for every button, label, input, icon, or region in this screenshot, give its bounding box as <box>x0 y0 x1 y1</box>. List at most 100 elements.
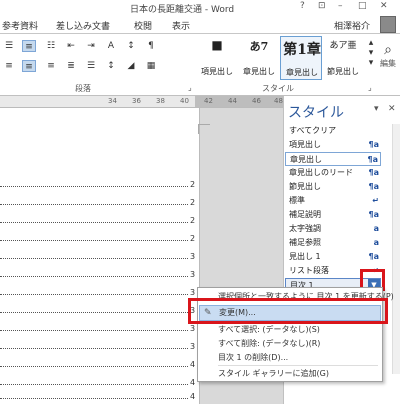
help-button[interactable]: ? <box>300 1 305 11</box>
tab-review[interactable]: 校閲 <box>134 19 152 32</box>
align-center-icon[interactable]: ≡ <box>22 60 36 72</box>
style-name: 見出し 1 <box>289 252 321 261</box>
toc-leader <box>0 204 188 205</box>
style-item[interactable]: 補足説明 ¶a <box>285 208 381 222</box>
gallery-item-label: 章見出し <box>286 68 318 77</box>
increase-indent-icon[interactable]: ⇥ <box>84 40 98 52</box>
style-name: 標準 <box>289 196 305 205</box>
text-direction-icon[interactable]: A <box>104 40 118 52</box>
gallery-item-3[interactable]: 第1章 章見出し <box>280 36 322 80</box>
close-button[interactable]: ✕ <box>380 1 388 11</box>
gallery-item-label: 章見出し <box>243 67 275 76</box>
style-name: リスト段落 <box>289 266 329 275</box>
menu-item-delete-style[interactable]: 目次 1 の削除(D)... <box>218 352 288 363</box>
ruler-number: 40 <box>180 97 189 105</box>
toc-page-number: 4 <box>190 360 196 369</box>
gallery-item-4[interactable]: あア亜 節見出し <box>322 36 364 80</box>
menu-separator <box>218 365 378 366</box>
gallery-item-label: 節見出し <box>327 67 359 76</box>
style-name: 項見出し <box>289 140 321 149</box>
gallery-item-1[interactable]: ■ 項見出し <box>196 36 238 80</box>
paragraph-group-label: 段落 <box>75 84 91 93</box>
sort-icon[interactable]: ↕ <box>124 40 138 52</box>
character-icon: a <box>373 238 379 247</box>
pane-close-icon[interactable]: ✕ <box>388 104 396 114</box>
gallery-item-2[interactable]: あ7 章見出し <box>238 36 280 80</box>
toc-page-number: 3 <box>190 270 196 279</box>
gallery-item-preview: あア亜 <box>329 41 357 51</box>
style-list-scrollbar[interactable] <box>392 124 400 374</box>
menu-item-clear-all[interactable]: すべて削除: (データなし)(R) <box>218 338 320 349</box>
ruler-number: 36 <box>132 97 141 105</box>
gallery-scroll-icon[interactable]: ▴ ▾ ▾ <box>364 38 378 74</box>
toc-page-number: 3 <box>190 288 196 297</box>
toc-leader <box>0 294 188 295</box>
style-item[interactable]: すべてクリア <box>285 124 381 138</box>
gallery-item-preview: ■ <box>211 38 223 52</box>
horizontal-ruler[interactable]: 34 36 38 40 42 44 46 48 <box>0 96 283 108</box>
paragraph-char-icon: ¶a <box>368 182 380 191</box>
toc-page-number: 3 <box>190 324 196 333</box>
style-item[interactable]: 見出し 1 ¶a <box>285 250 381 264</box>
ribbon: ☰ ≡ ☷ ⇤ ⇥ A ↕ ¶ ≡ ≡ ≡ ≣ ☰ ↕ ◢ ▦ ■ 項見出し あ… <box>0 34 400 96</box>
toc-page-number: 2 <box>190 198 196 207</box>
toc-leader <box>0 186 188 187</box>
toc-page-number: 3 <box>190 342 196 351</box>
toc-leader <box>0 258 188 259</box>
ruler-number: 44 <box>228 97 237 105</box>
style-name: 章見出しのリード <box>289 168 353 177</box>
gallery-item-preview: あ7 <box>249 40 269 53</box>
find-icon[interactable]: ⌕ <box>378 43 398 57</box>
bullets-icon[interactable]: ☰ <box>2 40 16 52</box>
shading-icon[interactable]: ◢ <box>124 60 138 72</box>
paragraph-icon: ↵ <box>372 196 379 205</box>
toc-leader <box>0 398 188 399</box>
paragraph-char-icon: ¶a <box>367 155 379 164</box>
pane-menu-icon[interactable]: ▾ <box>374 104 379 114</box>
paragraph-launcher-icon[interactable]: ⌟ <box>188 83 192 92</box>
style-item[interactable]: 章見出し ¶a <box>285 152 381 166</box>
minimize-button[interactable]: – <box>338 1 343 11</box>
align-right-icon[interactable]: ≡ <box>44 60 58 72</box>
menu-highlight <box>188 298 388 324</box>
toc-leader <box>0 240 188 241</box>
line-spacing-icon[interactable]: ↕ <box>104 60 118 72</box>
tab-view[interactable]: 表示 <box>172 19 190 32</box>
numbering-icon[interactable]: ≡ <box>22 40 36 52</box>
borders-icon[interactable]: ▦ <box>144 60 158 72</box>
style-name: 節見出し <box>289 182 321 191</box>
style-item[interactable]: 補足参照 a <box>285 236 381 250</box>
maximize-button[interactable]: □ <box>358 1 367 11</box>
justify-icon[interactable]: ≣ <box>64 60 78 72</box>
decrease-indent-icon[interactable]: ⇤ <box>64 40 78 52</box>
style-item[interactable]: 標準 ↵ <box>285 194 381 208</box>
style-item[interactable]: 節見出し ¶a <box>285 180 381 194</box>
toc-leader <box>0 330 188 331</box>
toc-leader <box>0 384 188 385</box>
style-name: すべてクリア <box>289 126 337 135</box>
multilevel-list-icon[interactable]: ☷ <box>44 40 58 52</box>
styles-launcher-icon[interactable]: ⌟ <box>368 83 372 92</box>
tab-mailings[interactable]: 差し込み文書 <box>56 19 110 32</box>
user-name[interactable]: 相澤裕介 <box>334 19 370 32</box>
avatar[interactable] <box>380 16 396 33</box>
paragraph-mark-icon[interactable]: ¶ <box>144 40 158 52</box>
style-item[interactable]: 太字強調 a <box>285 222 381 236</box>
paragraph-char-icon: ¶a <box>368 168 380 177</box>
toc-leader <box>0 366 188 367</box>
paragraph-char-icon: ¶a <box>368 252 380 261</box>
document-page[interactable]: 2 2 2 2 3 3 3 3 3 3 4 4 4 <box>0 108 200 404</box>
distributed-icon[interactable]: ☰ <box>84 60 98 72</box>
align-left-icon[interactable]: ≡ <box>2 60 16 72</box>
menu-item-add-to-gallery[interactable]: スタイル ギャラリーに追加(G) <box>218 368 329 379</box>
toc-page-number: 4 <box>190 378 196 387</box>
ribbon-display-button[interactable]: ⊡ <box>318 1 326 11</box>
tab-references[interactable]: 参考資料 <box>2 19 38 32</box>
style-item[interactable]: 章見出しのリード ¶a <box>285 166 381 180</box>
style-list: すべてクリア 項見出し ¶a 章見出し ¶a 章見出しのリード ¶a 節見出し … <box>285 124 381 292</box>
gallery-item-label: 項見出し <box>201 67 233 76</box>
style-item[interactable]: 項見出し ¶a <box>285 138 381 152</box>
toc-page-number: 2 <box>190 180 196 189</box>
paragraph-char-icon: ¶a <box>368 210 380 219</box>
menu-item-select-all[interactable]: すべて選択: (データなし)(S) <box>218 324 320 335</box>
